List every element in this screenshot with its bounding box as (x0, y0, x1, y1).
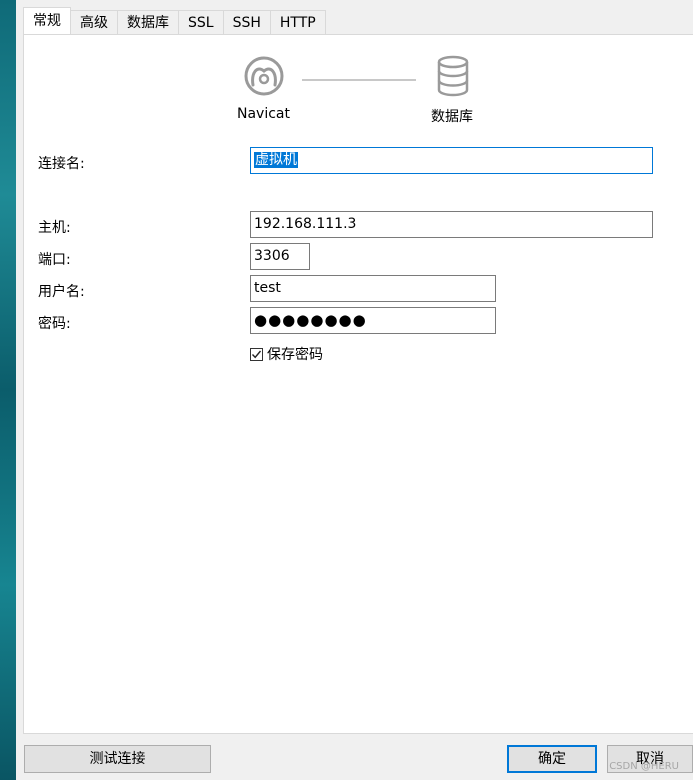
tab-ssl[interactable]: SSL (179, 10, 224, 34)
navicat-label: Navicat (237, 106, 290, 122)
navicat-icon (244, 56, 284, 96)
port-input[interactable]: 3306 (250, 243, 310, 270)
ok-button[interactable]: 确定 (507, 745, 597, 773)
tab-http[interactable]: HTTP (270, 10, 326, 34)
password-input[interactable]: ●●●●●●●● (250, 307, 496, 334)
user-input[interactable]: test (250, 275, 496, 302)
save-password-option[interactable]: 保存密码 (250, 344, 323, 364)
general-panel: Navicat 数据库 连接名: 虚拟机 主机: 192.168.111.3 端… (23, 34, 693, 734)
save-password-checkbox[interactable] (250, 347, 263, 361)
tab-general[interactable]: 常规 (23, 7, 71, 34)
tab-database[interactable]: 数据库 (118, 10, 179, 34)
database-label: 数据库 (431, 109, 473, 125)
watermark: CSDN @HERU (609, 761, 679, 772)
port-label: 端口: (38, 252, 71, 268)
password-value: ●●●●●●●● (254, 311, 367, 329)
save-password-label: 保存密码 (267, 347, 323, 363)
connection-line (302, 79, 416, 81)
connection-name-label: 连接名: (38, 156, 85, 172)
checkmark-icon (251, 350, 262, 358)
desktop-background (0, 0, 16, 780)
test-connection-button[interactable]: 测试连接 (24, 745, 211, 773)
user-label: 用户名: (38, 284, 85, 300)
database-icon (437, 55, 469, 97)
connection-dialog: 常规 高级 数据库 SSL SSH HTTP Navicat 数据库 连接名: … (16, 0, 693, 780)
host-label: 主机: (38, 220, 71, 236)
connection-name-value: 虚拟机 (254, 152, 298, 168)
tab-bar: 常规 高级 数据库 SSL SSH HTTP (23, 7, 326, 36)
tab-advanced[interactable]: 高级 (71, 10, 118, 34)
host-input[interactable]: 192.168.111.3 (250, 211, 653, 238)
connection-name-input[interactable]: 虚拟机 (250, 147, 653, 174)
password-label: 密码: (38, 316, 71, 332)
tab-ssh[interactable]: SSH (223, 10, 271, 34)
